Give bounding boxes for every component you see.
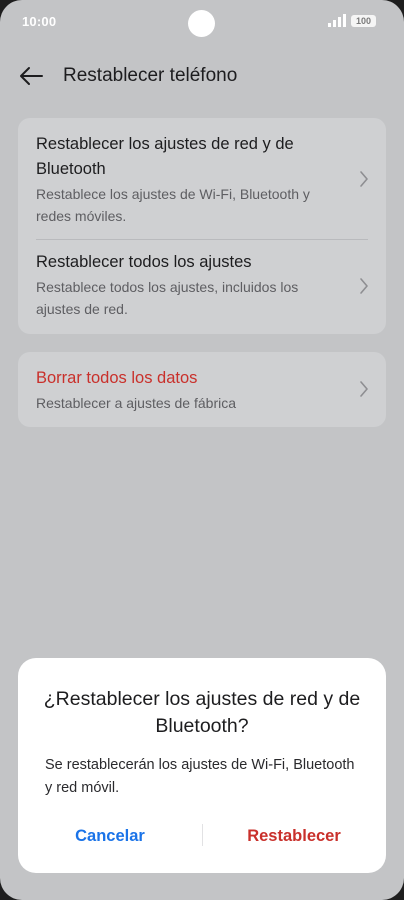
reset-all-title: Restablecer todos los ajustes [36, 253, 252, 271]
reset-network-title: Restablecer los ajustes de red y de Blue… [36, 135, 294, 178]
signal-icon [328, 14, 346, 27]
erase-data-title: Borrar todos los datos [36, 369, 198, 387]
phone-screen: 10:00 100 Restablecer teléfono Restablec… [0, 0, 404, 900]
chevron-right-icon [360, 278, 368, 294]
reset-all-subtitle: Restablece todos los ajustes, incluidos … [36, 279, 299, 317]
app-header: Restablecer teléfono [0, 56, 404, 96]
back-button[interactable] [16, 62, 46, 90]
battery-icon: 100 [351, 15, 376, 27]
dialog-message: Se restablecerán los ajustes de Wi-Fi, B… [45, 757, 355, 796]
status-time: 10:00 [22, 14, 57, 29]
reset-all-settings-option[interactable]: Restablecer todos los ajustes Restablece… [18, 240, 386, 334]
dialog-title: ¿Restablecer los ajustes de red y de Blu… [43, 688, 361, 737]
chevron-right-icon [360, 381, 368, 397]
erase-data-option[interactable]: Borrar todos los datos Restablecer a aju… [18, 352, 386, 427]
page-title: Restablecer teléfono [63, 65, 238, 86]
reset-network-subtitle: Restablece los ajustes de Wi-Fi, Bluetoo… [36, 186, 310, 224]
cancel-button[interactable]: Cancelar [18, 824, 202, 848]
reset-options-card: Restablecer los ajustes de red y de Blue… [18, 118, 386, 334]
reset-network-option[interactable]: Restablecer los ajustes de red y de Blue… [18, 118, 386, 239]
status-bar: 10:00 100 [0, 0, 404, 46]
confirm-reset-button[interactable]: Restablecer [202, 824, 386, 848]
front-camera [188, 10, 215, 37]
arrow-left-icon [20, 67, 43, 85]
chevron-right-icon [360, 171, 368, 187]
reset-confirm-dialog: ¿Restablecer los ajustes de red y de Blu… [18, 658, 386, 873]
erase-data-subtitle: Restablecer a ajustes de fábrica [36, 395, 236, 411]
